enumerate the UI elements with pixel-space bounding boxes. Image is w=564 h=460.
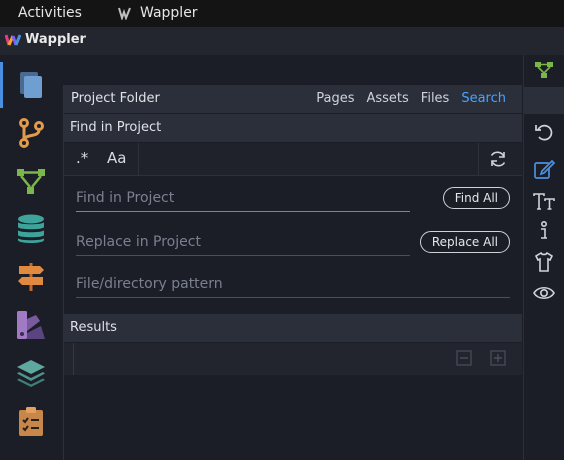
panel-title: Project Folder: [71, 91, 160, 106]
git-branch-icon[interactable]: [15, 117, 47, 149]
eye-icon[interactable]: [533, 282, 555, 304]
replace-input-wrapper: [76, 231, 410, 256]
window-title-bar: Wappler: [0, 27, 564, 55]
wappler-logo-icon: [5, 33, 21, 46]
replace-input[interactable]: [76, 231, 410, 253]
info-icon[interactable]: [533, 220, 555, 242]
database-icon[interactable]: [15, 213, 47, 245]
tab-assets[interactable]: Assets: [366, 91, 408, 106]
activities-button[interactable]: Activities: [18, 5, 82, 21]
results-section-title: Results: [70, 320, 117, 335]
app-structure-icon[interactable]: [15, 165, 47, 197]
routing-signpost-icon[interactable]: [15, 261, 47, 293]
text-typography-icon[interactable]: [533, 190, 555, 212]
tab-files[interactable]: Files: [421, 91, 450, 106]
regex-toggle-button[interactable]: .*: [76, 149, 88, 167]
find-input[interactable]: [76, 187, 410, 209]
active-activity-indicator: [0, 62, 3, 108]
pattern-input-wrapper: [76, 273, 510, 298]
toolbar-divider: [138, 143, 139, 175]
find-section-header: Find in Project: [64, 114, 522, 142]
refresh-icon[interactable]: [488, 149, 508, 169]
search-toolbar: .* Aa: [64, 143, 522, 176]
find-all-button[interactable]: Find All: [442, 187, 510, 209]
files-icon[interactable]: [15, 69, 47, 101]
panel-tabs: Pages Assets Files Search: [316, 91, 506, 106]
match-case-toggle-button[interactable]: Aa: [107, 149, 126, 167]
project-panel: Project Folder Pages Assets Files Search…: [63, 85, 522, 460]
expand-all-icon[interactable]: [490, 350, 506, 366]
app-menu[interactable]: Wappler: [118, 5, 198, 21]
brand-logo: Wappler: [5, 32, 86, 47]
results-toolbar: [64, 343, 522, 375]
find-section-title: Find in Project: [70, 120, 162, 135]
right-bar-active-strip: [524, 87, 564, 114]
results-divider: [73, 343, 74, 375]
edit-pencil-icon[interactable]: [533, 158, 555, 180]
find-input-wrapper: [76, 187, 410, 212]
structure-tree-icon[interactable]: [533, 59, 555, 81]
app-menu-label: Wappler: [140, 5, 198, 21]
tab-search[interactable]: Search: [461, 91, 506, 106]
left-activity-bar: [0, 55, 62, 460]
layers-icon[interactable]: [15, 357, 47, 389]
design-palette-icon[interactable]: [15, 309, 47, 341]
wappler-app-icon: [118, 7, 131, 20]
right-properties-bar: [523, 55, 564, 460]
collapse-all-icon[interactable]: [456, 350, 472, 366]
toolbar-divider: [478, 143, 479, 175]
attribute-shirt-icon[interactable]: [533, 251, 555, 273]
brand-name: Wappler: [25, 32, 86, 47]
replace-all-button[interactable]: Replace All: [419, 231, 510, 253]
undo-icon[interactable]: [533, 121, 555, 143]
tab-pages[interactable]: Pages: [316, 91, 354, 106]
file-pattern-input[interactable]: [76, 273, 510, 295]
tasks-clipboard-icon[interactable]: [15, 405, 47, 437]
system-top-bar: Activities Wappler: [0, 0, 564, 27]
panel-header: Project Folder Pages Assets Files Search: [64, 85, 522, 113]
results-section-header: Results: [64, 314, 522, 342]
